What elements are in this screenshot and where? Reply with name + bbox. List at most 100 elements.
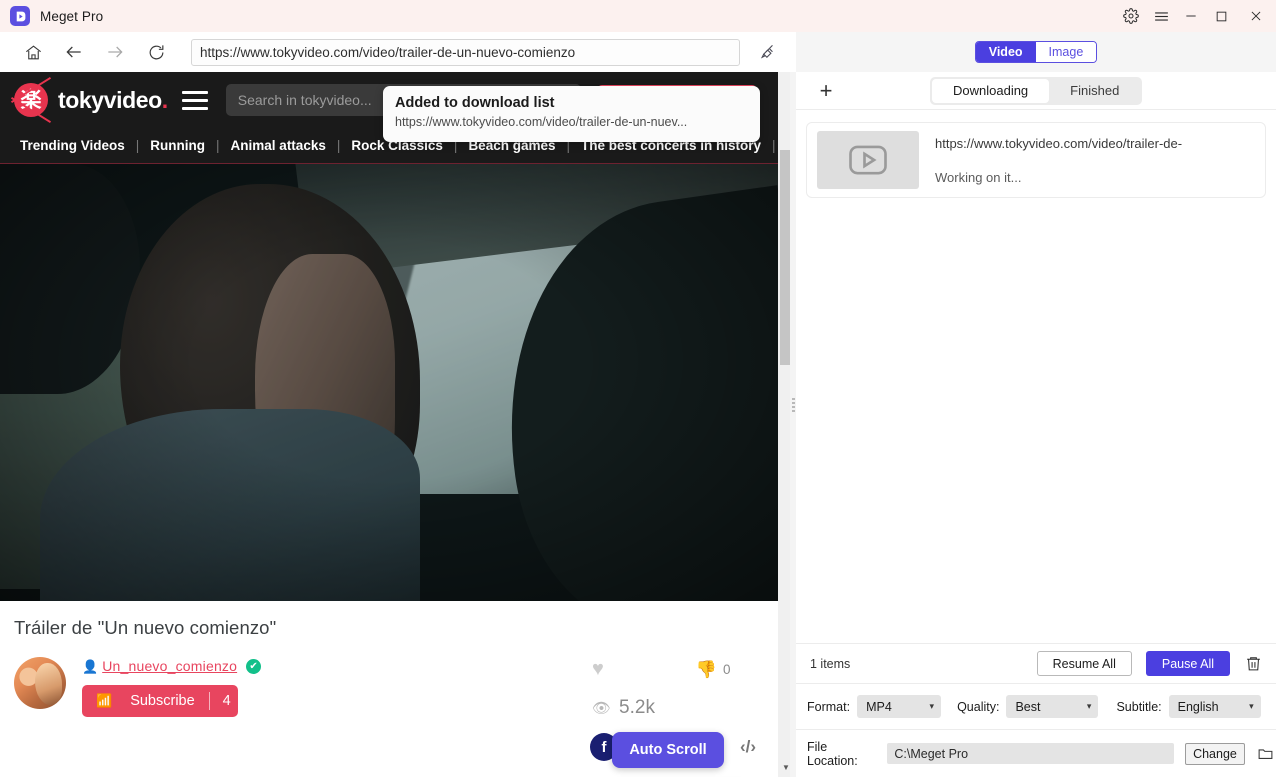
heart-icon[interactable]: ♥ [592,659,604,679]
views-count: 5.2k [619,697,655,718]
download-info: https://www.tokyvideo.com/video/trailer-… [935,136,1255,185]
web-page-view: 楽 tokyvideo. Search in tokyvideo... Tren… [0,72,778,777]
eye-icon: 👁 [592,700,612,717]
reload-icon[interactable] [139,35,173,69]
subscribe-button[interactable]: 📶 Subscribe 4 [82,685,238,717]
menu-bar-2 [181,98,208,102]
menu-bar-1 [181,90,208,94]
subscribe-divider [208,692,210,710]
auto-scroll-button[interactable]: Auto Scroll [612,732,724,768]
thumbs-down-icon[interactable]: 👎 [696,661,717,678]
video-details-section: Tráiler de "Un nuevo comienzo" 👤 Un_nuev… [0,601,778,761]
downloader-panel: Video Image + Downloading Finished https… [796,32,1276,777]
quality-label: Quality: [957,699,1000,714]
subscribe-count: 4 [222,693,231,709]
site-logo-text[interactable]: tokyvideo. [58,87,168,114]
splitter-grip-icon [792,398,795,412]
maximize-icon[interactable] [1206,0,1236,32]
site-menu-icon[interactable] [181,90,208,110]
change-location-button[interactable]: Change [1185,742,1245,765]
app-title: Meget Pro [40,8,104,24]
resume-all-button[interactable]: Resume All [1036,651,1132,676]
format-label: Format: [807,699,851,714]
video-meta-row: 👤 Un_nuevo_comienzo ✔ 📶 Subscribe 4 ♥ 👎 … [14,657,764,761]
user-icon: 👤 [82,658,99,674]
format-select[interactable]: MP4 ▾ [857,695,942,718]
channel-link[interactable]: Un_nuevo_comienzo [102,658,237,674]
minimize-icon[interactable] [1176,0,1206,32]
home-icon[interactable] [16,35,50,69]
downloads-list: https://www.tokyvideo.com/video/trailer-… [796,110,1276,643]
site-logo-word: tokyvideo [58,86,162,113]
broom-icon[interactable] [754,38,782,66]
toast-url: https://www.tokyvideo.com/video/trailer-… [395,115,688,129]
nav-item-0[interactable]: Trending Videos [20,138,125,153]
url-input[interactable]: https://www.tokyvideo.com/video/trailer-… [191,38,740,66]
media-type-video[interactable]: Video [975,42,1036,62]
site-logo-dot: . [161,86,168,113]
media-type-toolbar: Video Image [796,32,1276,72]
video-play-icon [817,131,919,189]
views-row: 👁 5.2k [592,697,778,719]
nav-separator-1: | [216,137,220,153]
plus-icon[interactable]: + [806,78,846,104]
media-type-segmented-control: Video Image [974,41,1098,63]
downloads-tab-row: + Downloading Finished [796,72,1276,110]
items-count-label: 1 items [810,656,851,671]
download-status: Working on it... [935,169,1022,185]
verified-badge-icon: ✔ [246,658,262,674]
channel-column: 👤 Un_nuevo_comienzo ✔ 📶 Subscribe 4 [82,657,262,717]
file-location-label: File Location: [807,739,858,768]
format-options-bar: Format: MP4 ▾ Quality: Best ▾ Subtitle: … [796,683,1276,729]
downloads-actions-bar: 1 items Resume All Pause All [796,643,1276,683]
subtitle-value: English [1177,699,1219,714]
reaction-row: ♥ 👎 0 [592,657,778,681]
menu-bar-3 [181,106,208,110]
pause-all-button[interactable]: Pause All [1145,651,1230,676]
nav-item-2[interactable]: Animal attacks [231,138,326,153]
video-player[interactable] [0,164,778,601]
forward-arrow-icon[interactable] [98,35,132,69]
subtitle-select[interactable]: English ▾ [1168,695,1261,718]
file-location-bar: File Location: C:\Meget Pro Change [796,729,1276,777]
nav-separator-2: | [336,137,341,153]
embed-code-icon[interactable]: ‹/› [734,733,762,761]
quality-select[interactable]: Best ▾ [1006,695,1099,718]
subscribe-label: Subscribe [130,693,195,709]
media-type-image[interactable]: Image [1035,42,1097,62]
added-to-list-toast: Added to download list https://www.tokyv… [383,86,760,142]
channel-row: 👤 Un_nuevo_comienzo ✔ [82,657,262,675]
tab-downloading[interactable]: Downloading [932,78,1050,103]
tab-finished[interactable]: Finished [1049,79,1140,103]
downloads-tabs: Downloading Finished [930,76,1143,105]
folder-icon[interactable] [1255,743,1276,765]
file-location-input[interactable]: C:\Meget Pro [887,743,1175,764]
tokyvideo-logo-icon[interactable]: 楽 [14,83,48,117]
rss-icon: 📶 [96,693,113,708]
avatar[interactable] [14,657,66,709]
thumbs-down-count: 0 [723,661,731,677]
app-logo-icon [10,6,30,26]
format-value: MP4 [866,699,892,714]
video-frame-backdrop [0,164,778,601]
page-title: Tráiler de "Un nuevo comienzo" [14,617,277,638]
gear-icon[interactable] [1116,0,1146,32]
application-window: Meget Pro https://www.tokyvideo.com/vide… [0,0,1276,777]
video-vignette [0,164,778,601]
close-icon[interactable] [1236,0,1276,32]
chevron-down-icon: ▾ [1086,701,1092,711]
back-arrow-icon[interactable] [57,35,91,69]
browser-toolbar: https://www.tokyvideo.com/video/trailer-… [0,32,794,72]
list-item[interactable]: https://www.tokyvideo.com/video/trailer-… [806,122,1266,198]
hamburger-menu-icon[interactable] [1146,0,1176,32]
nav-separator-0: | [135,137,140,153]
quality-value: Best [1015,699,1041,714]
chevron-down-icon: ▾ [1249,701,1254,711]
toast-title: Added to download list [395,95,555,111]
logo-kanji: 楽 [20,87,42,112]
subtitle-label: Subtitle: [1116,699,1162,714]
title-bar: Meget Pro [0,0,1276,32]
trash-icon[interactable] [1236,655,1270,672]
nav-item-1[interactable]: Running [150,138,205,153]
chevron-down-icon: ▾ [929,701,935,711]
